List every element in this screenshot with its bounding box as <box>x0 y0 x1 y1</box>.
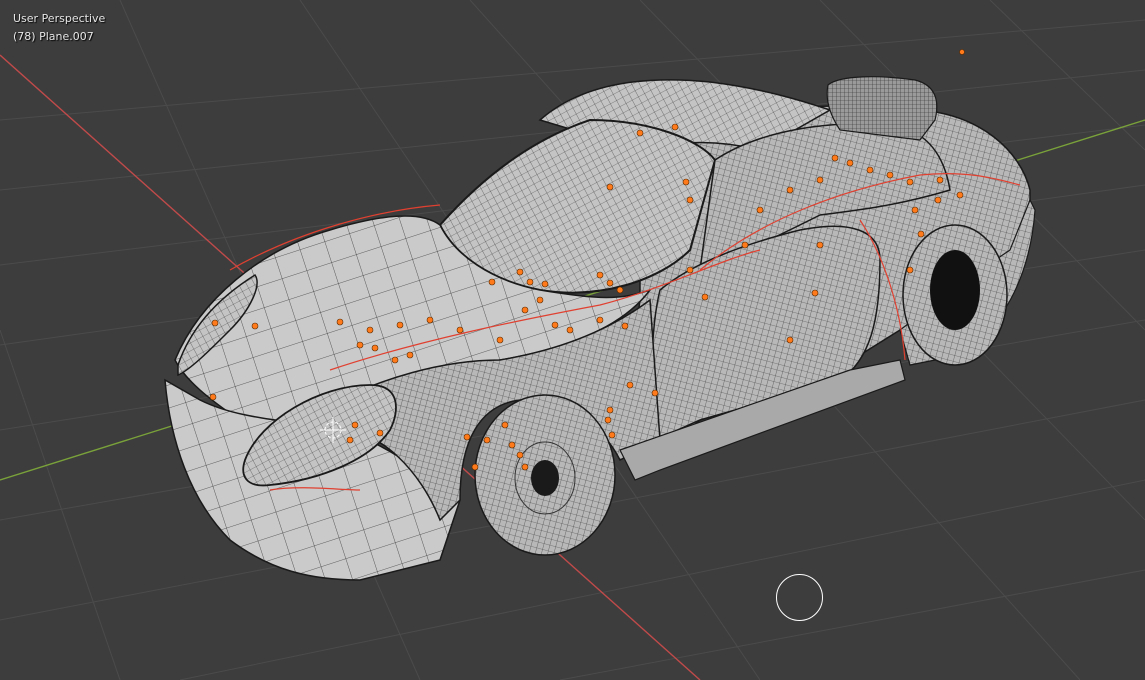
3d-viewport[interactable]: User Perspective (78) Plane.007 <box>0 0 1145 680</box>
engine-blower <box>826 76 938 141</box>
front-wheel <box>474 394 616 556</box>
object-info-label: (78) Plane.007 <box>13 30 94 43</box>
rear-wheel <box>902 224 1008 366</box>
view-name-label: User Perspective <box>13 12 106 25</box>
car-mesh <box>164 76 1036 581</box>
brush-circle-cursor <box>776 574 823 621</box>
viewport-scene[interactable] <box>0 0 1145 680</box>
